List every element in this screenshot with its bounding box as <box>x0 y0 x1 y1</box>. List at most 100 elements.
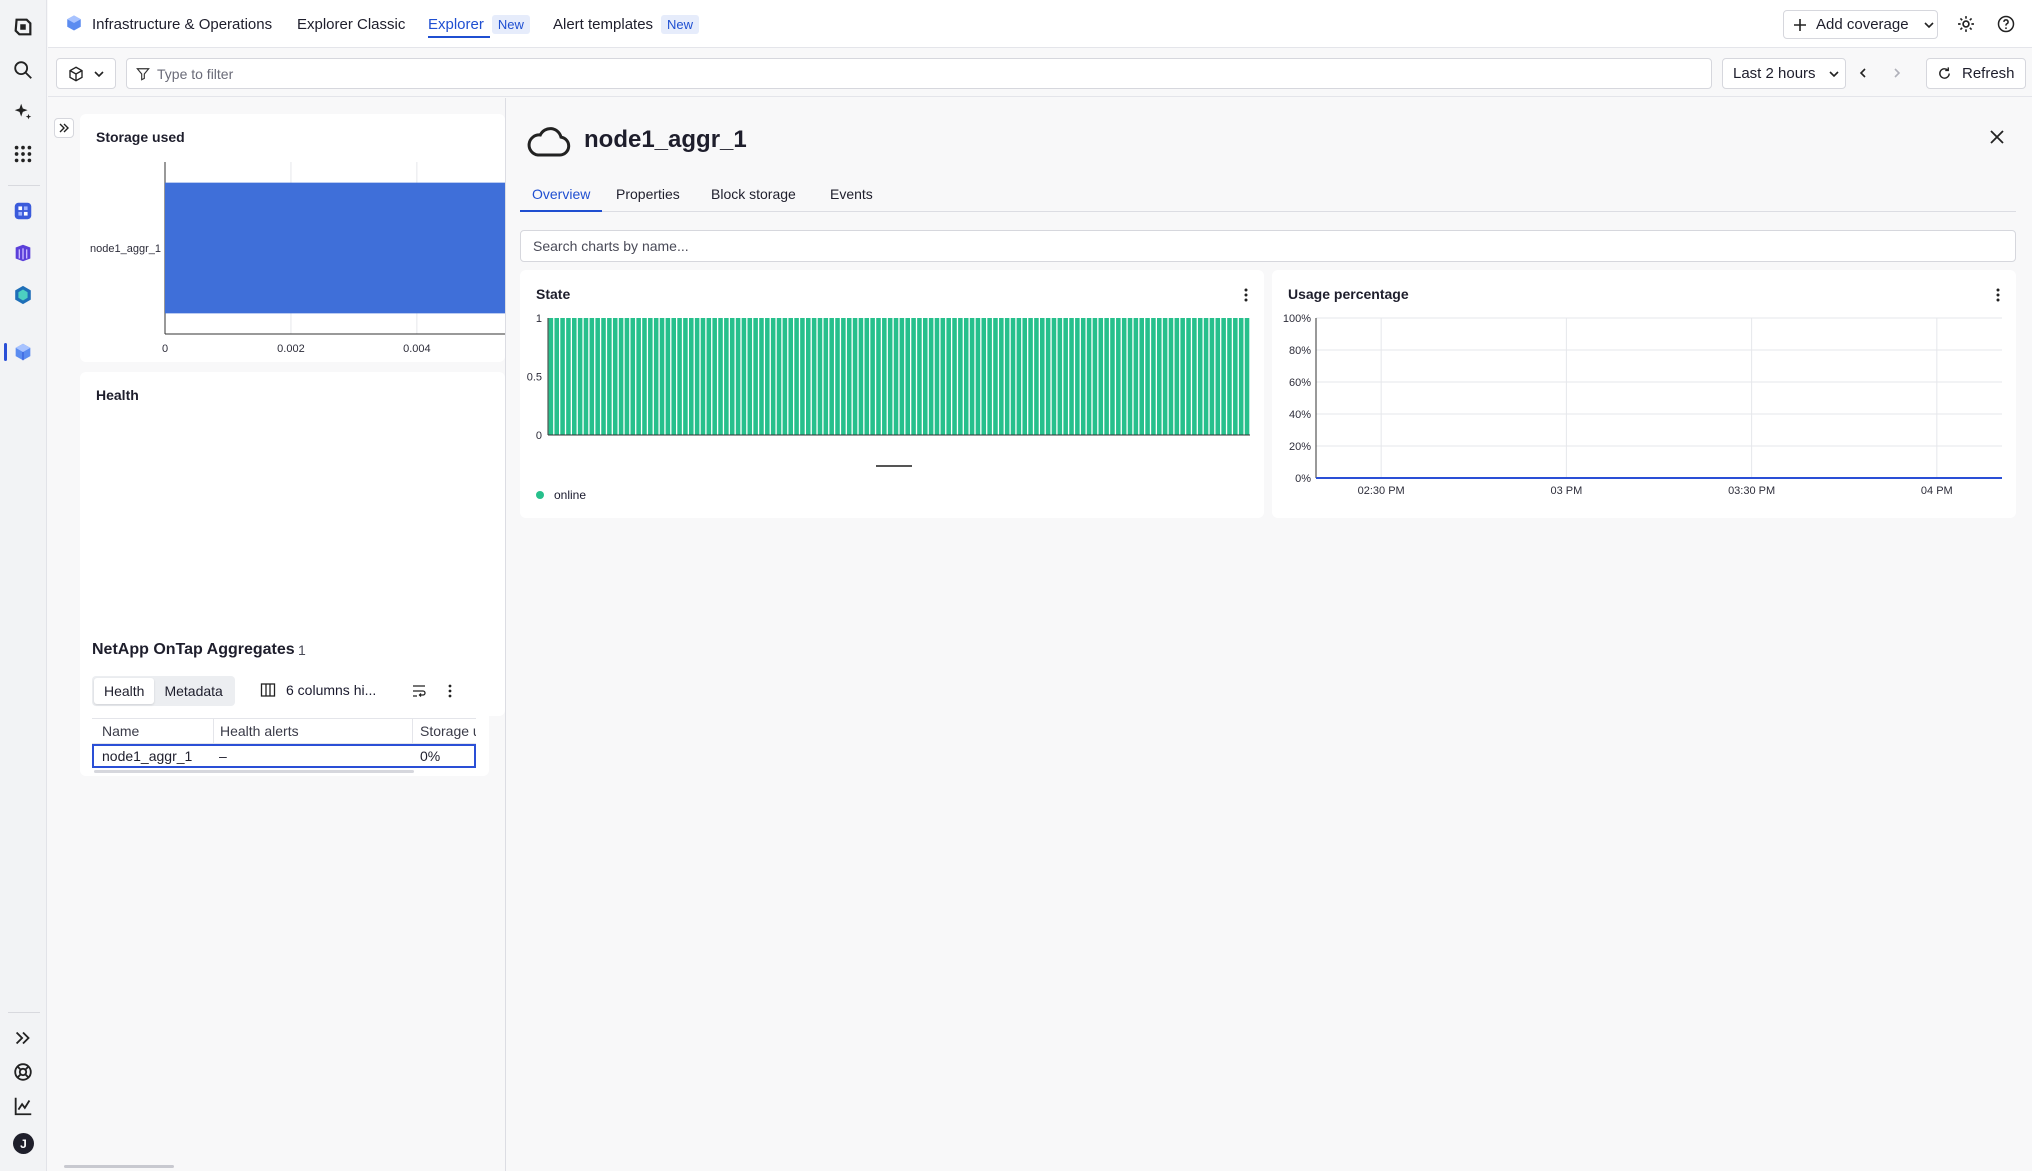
tab-events[interactable]: Events <box>818 180 885 212</box>
expand-rail-icon[interactable] <box>10 1025 36 1051</box>
new-badge: New <box>661 14 700 34</box>
column-header-storage[interactable]: Storage u <box>420 723 476 739</box>
row-name-cell[interactable]: node1_aggr_1 <box>102 748 192 764</box>
timeframe-selector[interactable]: Last 2 hours <box>1722 58 1846 89</box>
state-bar <box>1116 318 1121 435</box>
left-rail: J <box>0 0 47 1171</box>
chart-brush-handle[interactable] <box>876 465 912 467</box>
x-tick-label: 0.002 <box>277 343 305 354</box>
timeframe-previous-icon[interactable] <box>1850 60 1876 86</box>
search-charts-input[interactable]: Search charts by name... <box>520 230 2016 262</box>
state-bar <box>1004 318 1010 435</box>
state-bar <box>928 318 934 435</box>
state-bar <box>770 318 776 435</box>
x-tick-label: 03:30 PM <box>1728 485 1775 497</box>
search-icon[interactable] <box>10 57 36 83</box>
state-bar <box>846 318 852 435</box>
state-legend-item[interactable]: online <box>536 488 586 502</box>
infrastructure-app-icon[interactable] <box>10 339 36 365</box>
column-divider <box>213 719 214 743</box>
state-bar <box>958 318 963 435</box>
refresh-button[interactable]: Refresh <box>1926 58 2026 89</box>
state-chart: 10.5002:30 PM03 PM03:30 PM04 PM <box>527 313 1250 440</box>
more-options-icon[interactable] <box>1990 286 2006 304</box>
state-bar <box>677 318 682 435</box>
line-wrap-icon[interactable] <box>406 678 432 704</box>
kubernetes-app-icon[interactable] <box>10 282 36 308</box>
state-bar <box>1127 318 1133 435</box>
state-bar <box>1221 318 1226 435</box>
state-bar <box>1238 318 1244 435</box>
state-bar <box>1110 318 1115 435</box>
settings-gear-icon[interactable] <box>1953 11 1979 37</box>
help-question-icon[interactable] <box>1993 11 2019 37</box>
entity-type-selector[interactable] <box>56 58 116 89</box>
table-row[interactable]: node1_aggr_1 – 0% <box>92 744 476 768</box>
tab-overview[interactable]: Overview <box>520 180 603 212</box>
bottom-scrollbar[interactable] <box>64 1165 174 1168</box>
filter-bar: Type to filter Last 2 hours Refresh <box>48 49 2032 97</box>
chevron-down-icon <box>1924 21 1934 28</box>
user-avatar[interactable]: J <box>13 1133 34 1154</box>
notebooks-app-icon[interactable] <box>10 240 36 266</box>
state-bar <box>1040 318 1045 435</box>
x-tick-label: 0.004 <box>403 343 431 354</box>
nav-explorer[interactable]: Explorer New <box>428 0 530 48</box>
table-more-options-icon[interactable] <box>437 678 463 704</box>
aggregates-count: 1 <box>298 642 306 658</box>
state-bar <box>642 318 647 435</box>
state-bar <box>917 318 922 435</box>
filter-input[interactable]: Type to filter <box>126 58 1712 89</box>
tab-properties[interactable]: Properties <box>604 180 692 212</box>
health-view-tab[interactable]: Health <box>94 678 155 704</box>
filter-placeholder: Type to filter <box>157 65 234 82</box>
apps-grid-icon[interactable] <box>10 141 36 167</box>
reports-chart-icon[interactable] <box>10 1093 36 1119</box>
state-bar <box>946 318 951 435</box>
state-bar <box>911 318 916 435</box>
dashboards-app-icon[interactable] <box>10 198 36 224</box>
new-badge: New <box>491 14 530 34</box>
close-icon[interactable] <box>1984 124 2010 150</box>
tab-block-storage[interactable]: Block storage <box>699 180 808 212</box>
state-bar <box>665 318 671 435</box>
dynatrace-logo-icon[interactable] <box>10 14 36 40</box>
state-chart-card: State 10.5002:30 PM03 PM03:30 PM04 PM on… <box>520 270 1264 518</box>
columns-hidden-button[interactable]: 6 columns hi... <box>260 682 376 698</box>
state-bar <box>893 318 899 435</box>
state-bar <box>841 318 846 435</box>
state-bar <box>776 318 782 435</box>
timeframe-next-icon[interactable] <box>1884 60 1910 86</box>
sparkle-icon[interactable] <box>10 99 36 125</box>
state-bar <box>887 318 893 435</box>
add-coverage-button[interactable]: Add coverage <box>1783 10 1938 39</box>
nav-explorer-classic[interactable]: Explorer Classic <box>297 0 405 48</box>
chevron-down-icon <box>94 70 104 77</box>
top-bar: Infrastructure & Operations Explorer Cla… <box>48 0 2032 48</box>
usage-chart-title: Usage percentage <box>1288 286 1409 302</box>
y-tick-label: 40% <box>1289 409 1311 421</box>
y-tick-label: 100% <box>1283 313 1311 325</box>
state-bar <box>753 318 758 435</box>
state-bar <box>689 318 694 435</box>
help-lifebuoy-icon[interactable] <box>10 1059 36 1085</box>
y-tick-label: 20% <box>1289 441 1311 453</box>
state-bar <box>940 318 946 435</box>
state-bar <box>1233 318 1238 435</box>
horizontal-scrollbar[interactable] <box>94 770 414 773</box>
entity-detail-panel: node1_aggr_1 Overview Properties Block s… <box>505 98 2032 1171</box>
filter-funnel-icon <box>136 68 150 81</box>
x-tick-label: 0 <box>162 343 168 354</box>
app-title[interactable]: Infrastructure & Operations <box>92 0 272 48</box>
state-bar <box>1174 318 1180 435</box>
state-bar <box>589 318 595 435</box>
state-bar <box>747 318 753 435</box>
expand-panel-icon[interactable] <box>54 118 74 138</box>
nav-alert-templates[interactable]: Alert templates New <box>553 0 700 48</box>
more-options-icon[interactable] <box>1238 286 1254 304</box>
state-bar <box>706 318 712 435</box>
column-header-name[interactable]: Name <box>102 723 139 739</box>
column-header-health-alerts[interactable]: Health alerts <box>220 723 299 739</box>
state-bar <box>1244 318 1250 435</box>
metadata-view-tab[interactable]: Metadata <box>154 678 232 704</box>
